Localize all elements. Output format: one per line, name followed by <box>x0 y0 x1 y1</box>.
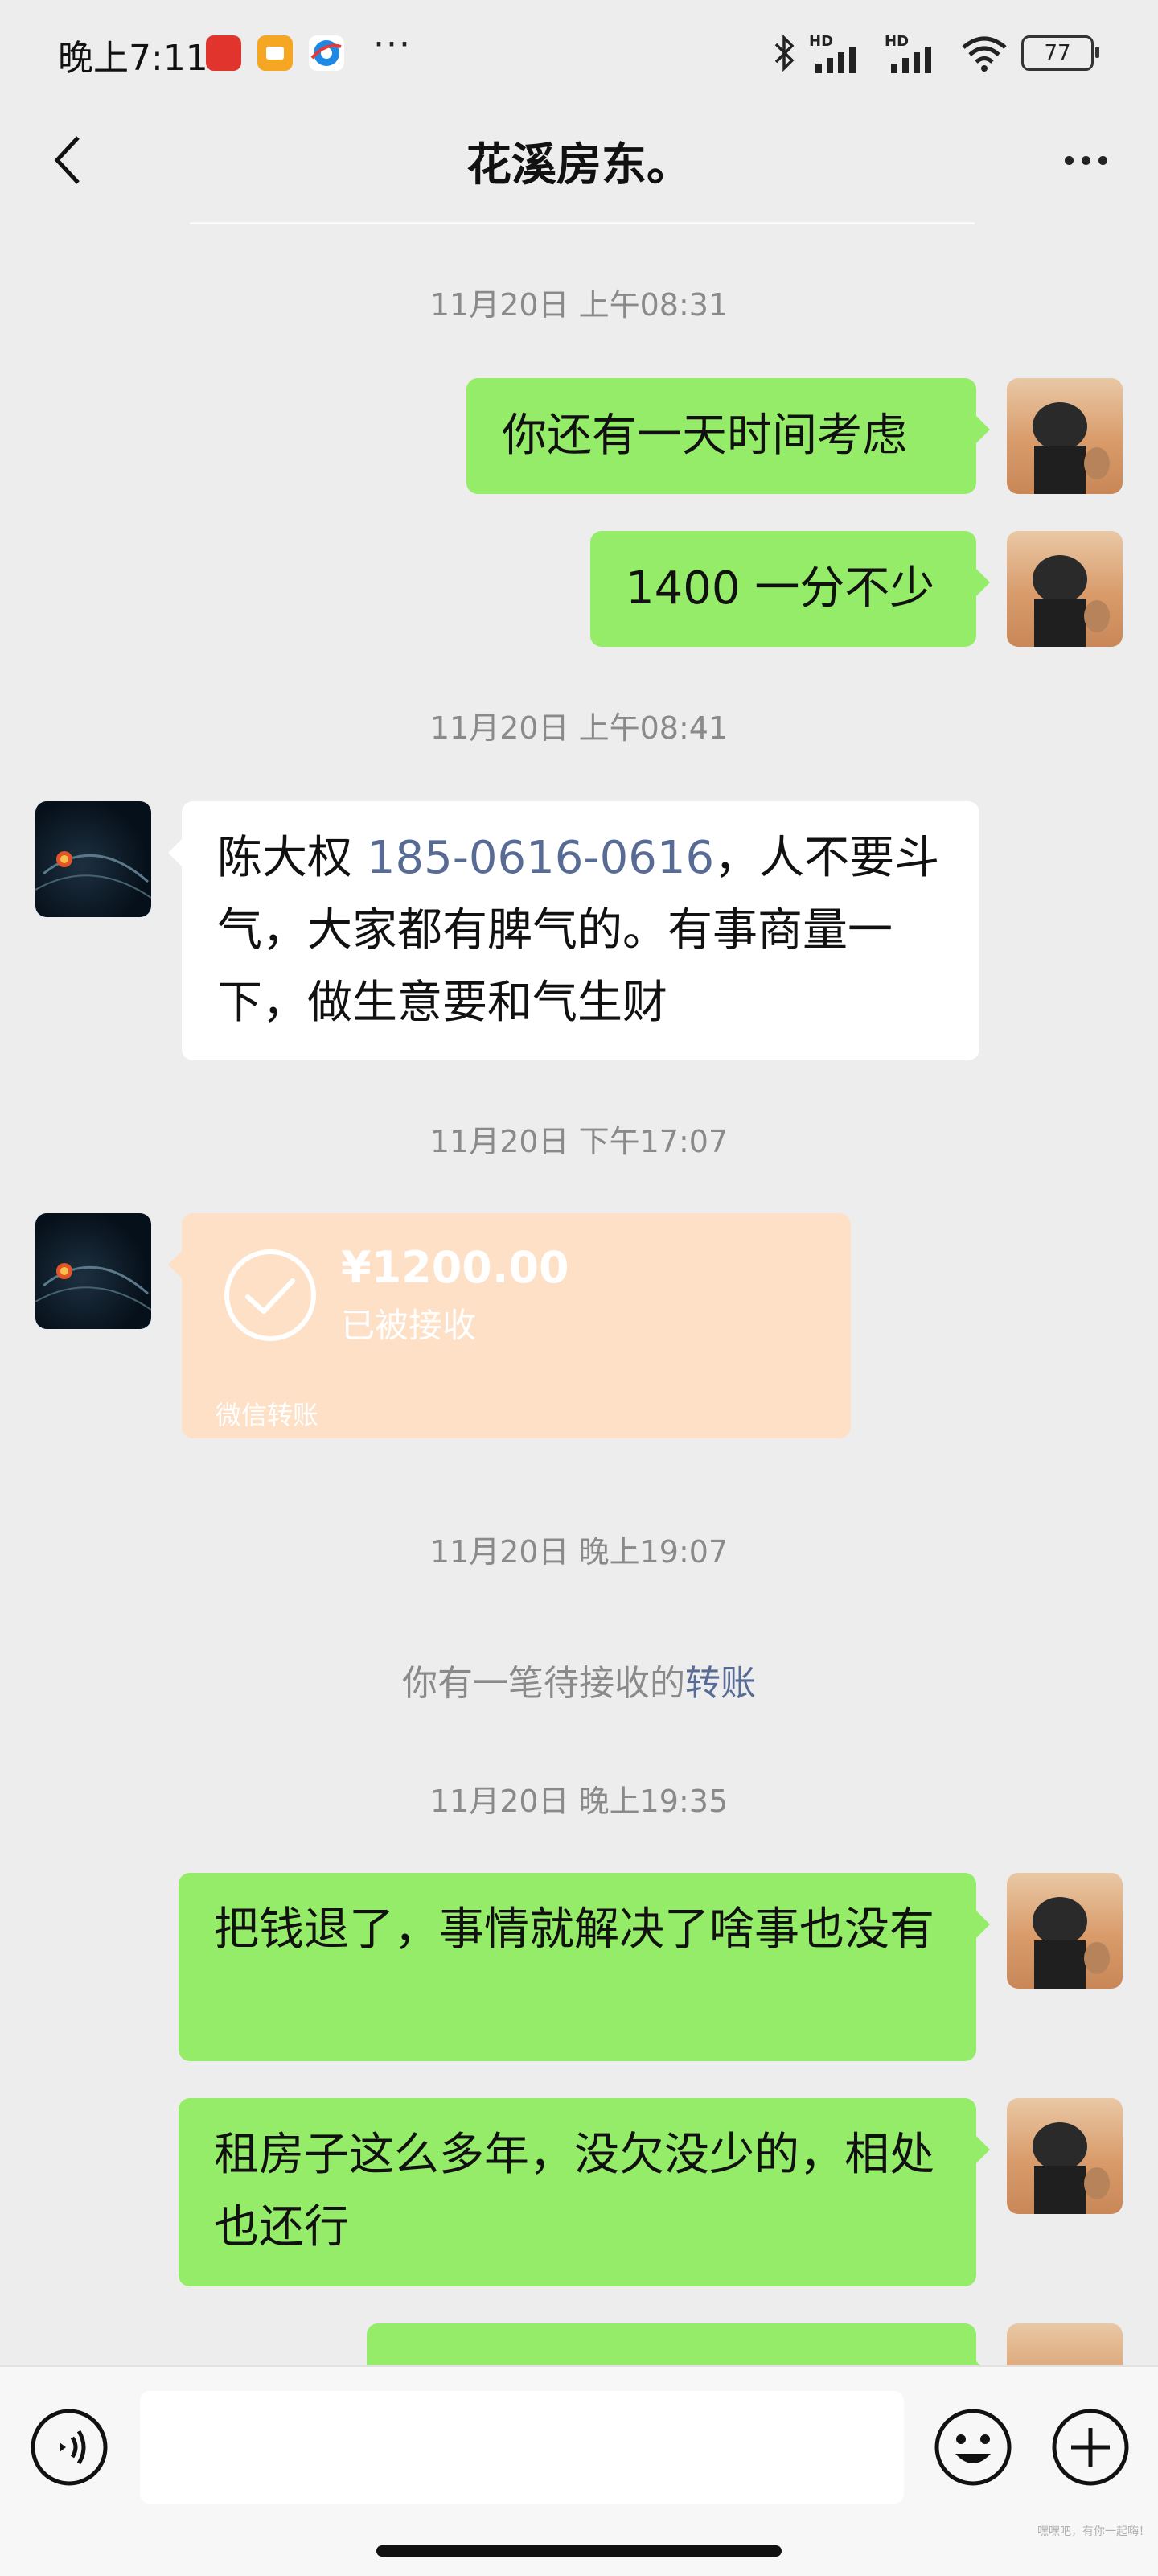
chat-header: 花溪房东。 <box>0 105 1158 217</box>
timestamp: 11月20日 下午17:07 <box>429 1124 729 1159</box>
status-right-icons: HD HD 77 <box>772 29 1099 77</box>
transfer-link[interactable]: 转账 <box>685 1663 756 1704</box>
emoji-button[interactable] <box>933 2407 1013 2488</box>
home-indicator[interactable] <box>376 2545 782 2557</box>
transfer-status: 已被接收 <box>341 1306 477 1345</box>
voice-icon <box>31 2409 108 2486</box>
wifi-icon <box>962 36 1007 72</box>
check-circle-icon <box>224 1249 316 1341</box>
avatar-me[interactable] <box>1007 531 1123 647</box>
timestamp: 11月20日 晚上19:35 <box>429 1784 729 1819</box>
timestamp: 11月20日 上午08:31 <box>429 287 729 323</box>
avatar-me[interactable] <box>1007 1873 1123 1989</box>
app-icon-red <box>206 35 241 71</box>
avatar-me[interactable] <box>1007 2098 1123 2214</box>
transfer-card[interactable]: ¥1200.00 已被接收 微信转账 <box>168 1213 851 1438</box>
message-bubble-sent[interactable]: 租房子这么多年，没欠没少的，相处也还行 <box>179 2098 990 2286</box>
app-icon-orange <box>257 35 293 71</box>
timestamp: 11月20日 上午08:41 <box>429 710 729 746</box>
signal-icon-2: HD <box>885 33 947 73</box>
status-more-dots: ··· <box>373 24 412 65</box>
message-bubble-sent[interactable]: 1400 一分不少 <box>590 531 990 647</box>
avatar-me[interactable] <box>1007 378 1123 494</box>
avatar-contact[interactable] <box>35 1213 151 1329</box>
more-functions-button[interactable] <box>1050 2407 1131 2488</box>
message-input[interactable] <box>140 2391 904 2504</box>
more-button[interactable] <box>1045 124 1126 196</box>
transfer-amount: ¥1200.00 <box>341 1242 569 1293</box>
status-time: 晚上7:11 <box>58 38 208 79</box>
status-bar: 晚上7:11 ··· HD HD 77 <box>0 0 1158 105</box>
emoji-icon <box>934 2409 1012 2486</box>
battery-icon: 77 <box>1021 35 1099 71</box>
chat-title: 花溪房东。 <box>466 139 692 191</box>
header-divider <box>190 222 975 224</box>
voice-button[interactable] <box>29 2407 109 2488</box>
more-dots-icon <box>1064 155 1074 165</box>
app-icon-browser <box>309 35 344 71</box>
message-bubble-received[interactable]: 陈大权 185-0616-0616，人不要斗气，大家都有脾气的。有事商量一下，做… <box>168 801 979 1060</box>
signal-icon: HD <box>809 33 872 73</box>
timestamp: 11月20日 晚上19:07 <box>429 1534 729 1570</box>
message-text: 1400 一分不少 <box>626 562 935 615</box>
system-notice: 你有一笔待接收的转账 <box>402 1663 756 1704</box>
watermark: 嘿嘿吧，有你一起嗨！ <box>1037 2525 1150 2538</box>
transfer-label: 微信转账 <box>216 1400 319 1430</box>
plus-icon <box>1052 2409 1129 2486</box>
bluetooth-icon <box>774 34 795 72</box>
message-text: 把钱退了，事情就解决了啥事也没有 <box>214 1903 934 1956</box>
message-bubble-sent[interactable]: 把钱退了，事情就解决了啥事也没有 <box>179 1873 990 2061</box>
input-bar <box>0 2365 1158 2576</box>
message-bubble-sent[interactable]: 你还有一天时间考虑 <box>466 378 990 494</box>
message-text: 租房子这么多年，没欠没少的，相处也还行 <box>214 2129 934 2253</box>
phone-number-link[interactable]: 185-0616-0616 <box>367 832 714 884</box>
avatar-contact[interactable] <box>35 801 151 917</box>
message-text: 你还有一天时间考虑 <box>502 409 907 462</box>
